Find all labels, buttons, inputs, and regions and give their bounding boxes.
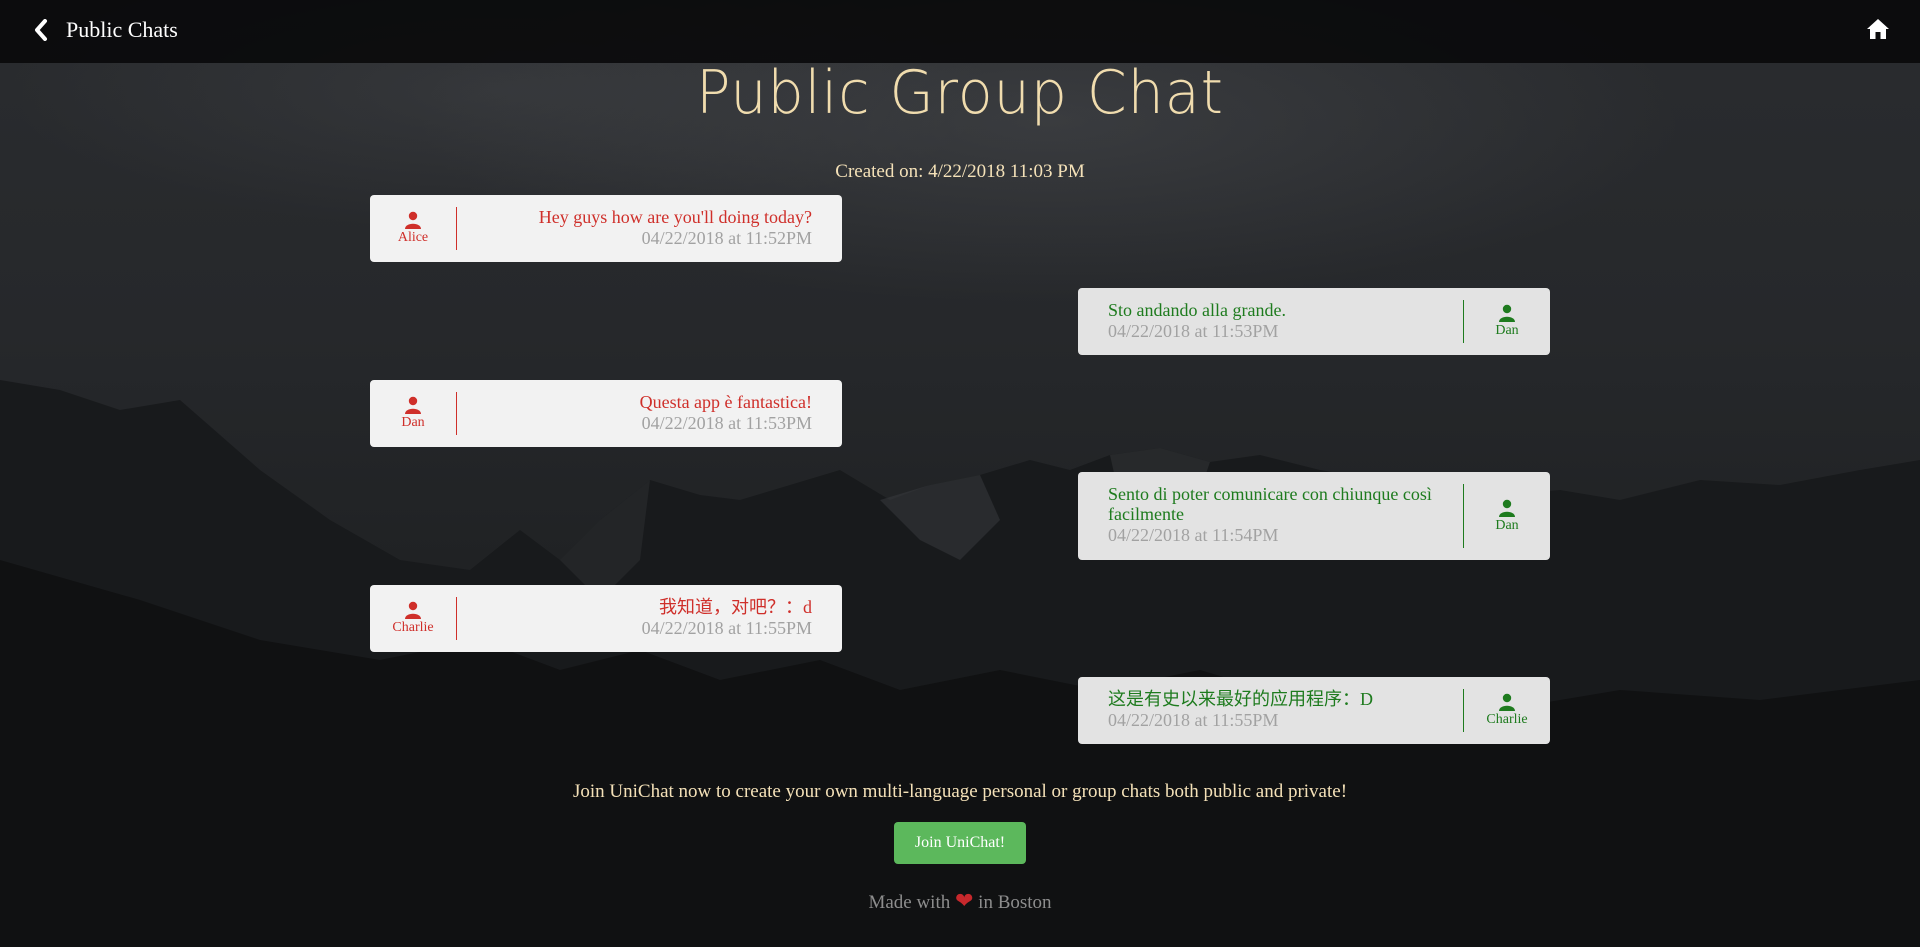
- message-time: 04/22/2018 at 11:55PM: [1108, 710, 1279, 730]
- sender-name: Dan: [1495, 517, 1519, 533]
- home-button[interactable]: [1866, 18, 1890, 40]
- home-icon: [1866, 18, 1890, 40]
- message-time: 04/22/2018 at 11:54PM: [1108, 525, 1279, 545]
- message-text: Sento di poter comunicare con chiunque c…: [1108, 484, 1432, 524]
- mountain-background: [0, 0, 1920, 947]
- chat-message: 这是有史以来最好的应用程序：D 04/22/2018 at 11:55PM Ch…: [1078, 677, 1550, 744]
- back-label: Public Chats: [66, 17, 178, 42]
- join-unichat-button[interactable]: Join UniChat!: [894, 822, 1026, 864]
- message-time: 04/22/2018 at 11:53PM: [641, 413, 812, 433]
- message-content: 这是有史以来最好的应用程序：D 04/22/2018 at 11:55PM: [1078, 677, 1463, 744]
- message-content: Questa app è fantastica! 04/22/2018 at 1…: [457, 380, 842, 447]
- user-icon: [1498, 693, 1516, 712]
- user-icon: [404, 211, 422, 230]
- message-sender: Alice: [370, 195, 456, 262]
- created-date: Created on: 4/22/2018 11:03 PM: [835, 161, 1085, 182]
- message-text: 我知道，对吧？：d: [659, 597, 812, 617]
- user-icon: [404, 601, 422, 620]
- message-sender: Charlie: [370, 585, 456, 652]
- join-promo-text: Join UniChat now to create your own mult…: [572, 781, 1348, 802]
- top-nav-bar: Public Chats: [0, 0, 1920, 63]
- footer-prefix: Made with: [868, 892, 951, 913]
- message-sender: Dan: [1464, 472, 1550, 560]
- chat-message: Dan Questa app è fantastica! 04/22/2018 …: [370, 380, 842, 447]
- chat-message: Sento di poter comunicare con chiunque c…: [1078, 472, 1550, 560]
- user-icon: [1498, 499, 1516, 518]
- message-content: Sento di poter comunicare con chiunque c…: [1078, 472, 1463, 560]
- back-to-public-chats-link[interactable]: Public Chats: [34, 17, 178, 43]
- page-title: Public Group Chat: [696, 58, 1224, 128]
- message-text: Hey guys how are you'll doing today?: [538, 207, 812, 227]
- chevron-left-icon: [34, 19, 48, 41]
- message-content: Hey guys how are you'll doing today? 04/…: [457, 195, 842, 262]
- message-text: Sto andando alla grande.: [1108, 300, 1286, 320]
- message-sender: Charlie: [1464, 677, 1550, 744]
- sender-name: Charlie: [1486, 712, 1528, 727]
- message-content: Sto andando alla grande. 04/22/2018 at 1…: [1078, 288, 1463, 355]
- sender-name: Dan: [401, 415, 425, 430]
- chat-message: Sto andando alla grande. 04/22/2018 at 1…: [1078, 288, 1550, 355]
- message-text: Questa app è fantastica!: [639, 392, 812, 412]
- chat-message: Charlie 我知道，对吧？：d 04/22/2018 at 11:55PM: [370, 585, 842, 652]
- user-icon: [404, 396, 422, 415]
- message-sender: Dan: [1464, 288, 1550, 355]
- footer: Made with ❤ in Boston: [0, 888, 1920, 914]
- user-icon: [1498, 304, 1516, 323]
- chat-message: Alice Hey guys how are you'll doing toda…: [370, 195, 842, 262]
- message-time: 04/22/2018 at 11:55PM: [641, 618, 812, 638]
- sender-name: Charlie: [392, 620, 434, 635]
- message-time: 04/22/2018 at 11:53PM: [1108, 321, 1279, 341]
- message-sender: Dan: [370, 380, 456, 447]
- sender-name: Dan: [1495, 323, 1519, 338]
- footer-suffix: in Boston: [978, 892, 1052, 913]
- message-time: 04/22/2018 at 11:52PM: [641, 228, 812, 248]
- message-text: 这是有史以来最好的应用程序：D: [1108, 689, 1373, 709]
- heart-icon: ❤: [954, 888, 974, 913]
- message-content: 我知道，对吧？：d 04/22/2018 at 11:55PM: [457, 585, 842, 652]
- sender-name: Alice: [397, 230, 429, 245]
